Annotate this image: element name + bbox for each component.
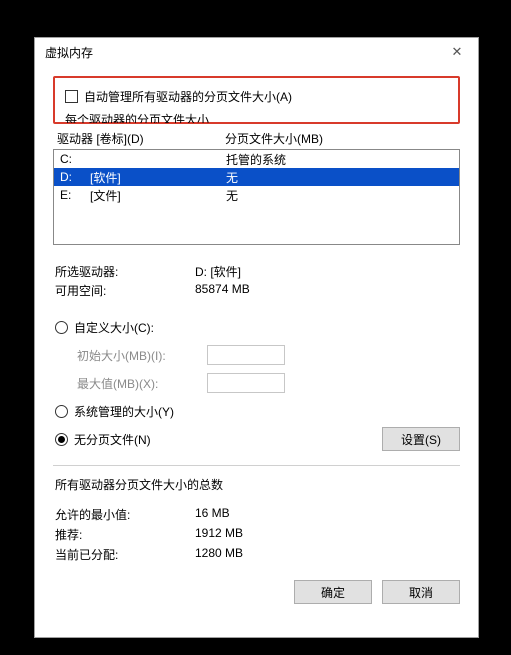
radio-system-icon[interactable] bbox=[55, 405, 68, 418]
selected-drive-info: 所选驱动器: D: [软件] 可用空间: 85874 MB bbox=[55, 261, 460, 301]
radio-none-icon[interactable] bbox=[55, 433, 68, 446]
close-icon[interactable]: ✕ bbox=[442, 44, 472, 60]
drive-list[interactable]: C:托管的系统D:[软件]无E:[文件]无 bbox=[53, 149, 460, 245]
radio-none-label: 无分页文件(N) bbox=[74, 431, 151, 448]
radio-system-managed[interactable]: 系统管理的大小(Y) bbox=[55, 401, 460, 421]
drive-volume-label: [软件] bbox=[90, 169, 226, 186]
titlebar: 虚拟内存 ✕ bbox=[35, 38, 478, 66]
dialog-buttons: 确定 取消 bbox=[53, 580, 460, 604]
drive-letter: E: bbox=[60, 188, 90, 202]
initial-size-input[interactable] bbox=[207, 345, 285, 365]
min-allowed-value: 16 MB bbox=[195, 506, 230, 523]
radio-custom-size[interactable]: 自定义大小(C): bbox=[55, 317, 460, 337]
drive-list-header: 驱动器 [卷标](D) 分页文件大小(MB) bbox=[53, 130, 460, 149]
drive-letter: D: bbox=[60, 170, 90, 184]
currently-allocated-value: 1280 MB bbox=[195, 546, 243, 563]
cancel-button[interactable]: 取消 bbox=[382, 580, 460, 604]
recommended-label: 推荐: bbox=[55, 526, 195, 543]
max-size-input[interactable] bbox=[207, 373, 285, 393]
free-space-label: 可用空间: bbox=[55, 282, 195, 299]
drive-paging-value: 托管的系统 bbox=[226, 151, 286, 168]
max-size-label: 最大值(MB)(X): bbox=[77, 375, 207, 392]
col-paging-size: 分页文件大小(MB) bbox=[225, 130, 323, 147]
drive-row[interactable]: C: 托管的系统 bbox=[54, 150, 459, 168]
selected-drive-value: D: [软件] bbox=[195, 263, 241, 280]
custom-size-inputs: 初始大小(MB)(I): 最大值(MB)(X): bbox=[77, 343, 460, 395]
drive-volume-label: [文件] bbox=[90, 187, 226, 204]
drive-paging-value: 无 bbox=[226, 187, 238, 204]
dialog-content: 自动管理所有驱动器的分页文件大小(A) 每个驱动器的分页文件大小 驱动器 [卷标… bbox=[35, 66, 478, 637]
totals-block: 允许的最小值: 16 MB 推荐: 1912 MB 当前已分配: 1280 MB bbox=[55, 503, 460, 566]
drive-row[interactable]: E:[文件]无 bbox=[54, 186, 459, 204]
min-allowed-label: 允许的最小值: bbox=[55, 506, 195, 523]
recommended-value: 1912 MB bbox=[195, 526, 243, 543]
set-button[interactable]: 设置(S) bbox=[382, 427, 460, 451]
free-space-value: 85874 MB bbox=[195, 282, 250, 299]
auto-manage-label: 自动管理所有驱动器的分页文件大小(A) bbox=[84, 88, 292, 105]
drive-letter: C: bbox=[60, 152, 90, 166]
auto-manage-row[interactable]: 自动管理所有驱动器的分页文件大小(A) bbox=[65, 88, 448, 105]
radio-system-label: 系统管理的大小(Y) bbox=[74, 403, 174, 420]
virtual-memory-dialog: 虚拟内存 ✕ 自动管理所有驱动器的分页文件大小(A) 每个驱动器的分页文件大小 … bbox=[34, 37, 479, 638]
highlight-box: 自动管理所有驱动器的分页文件大小(A) 每个驱动器的分页文件大小 bbox=[53, 76, 460, 124]
currently-allocated-label: 当前已分配: bbox=[55, 546, 195, 563]
radio-custom-icon[interactable] bbox=[55, 321, 68, 334]
radio-no-paging[interactable]: 无分页文件(N) bbox=[55, 429, 151, 449]
ok-button[interactable]: 确定 bbox=[294, 580, 372, 604]
divider bbox=[53, 465, 460, 466]
window-title: 虚拟内存 bbox=[45, 44, 442, 61]
radio-custom-label: 自定义大小(C): bbox=[74, 319, 154, 336]
drive-row[interactable]: D:[软件]无 bbox=[54, 168, 459, 186]
per-drive-header-top: 每个驱动器的分页文件大小 bbox=[65, 113, 448, 123]
paging-options: 自定义大小(C): 初始大小(MB)(I): 最大值(MB)(X): 系统管理的… bbox=[55, 311, 460, 451]
totals-header: 所有驱动器分页文件大小的总数 bbox=[55, 476, 460, 493]
selected-drive-label: 所选驱动器: bbox=[55, 263, 195, 280]
drive-paging-value: 无 bbox=[226, 169, 238, 186]
auto-manage-checkbox[interactable] bbox=[65, 90, 78, 103]
col-drive-label: 驱动器 [卷标](D) bbox=[57, 130, 225, 147]
initial-size-label: 初始大小(MB)(I): bbox=[77, 347, 207, 364]
